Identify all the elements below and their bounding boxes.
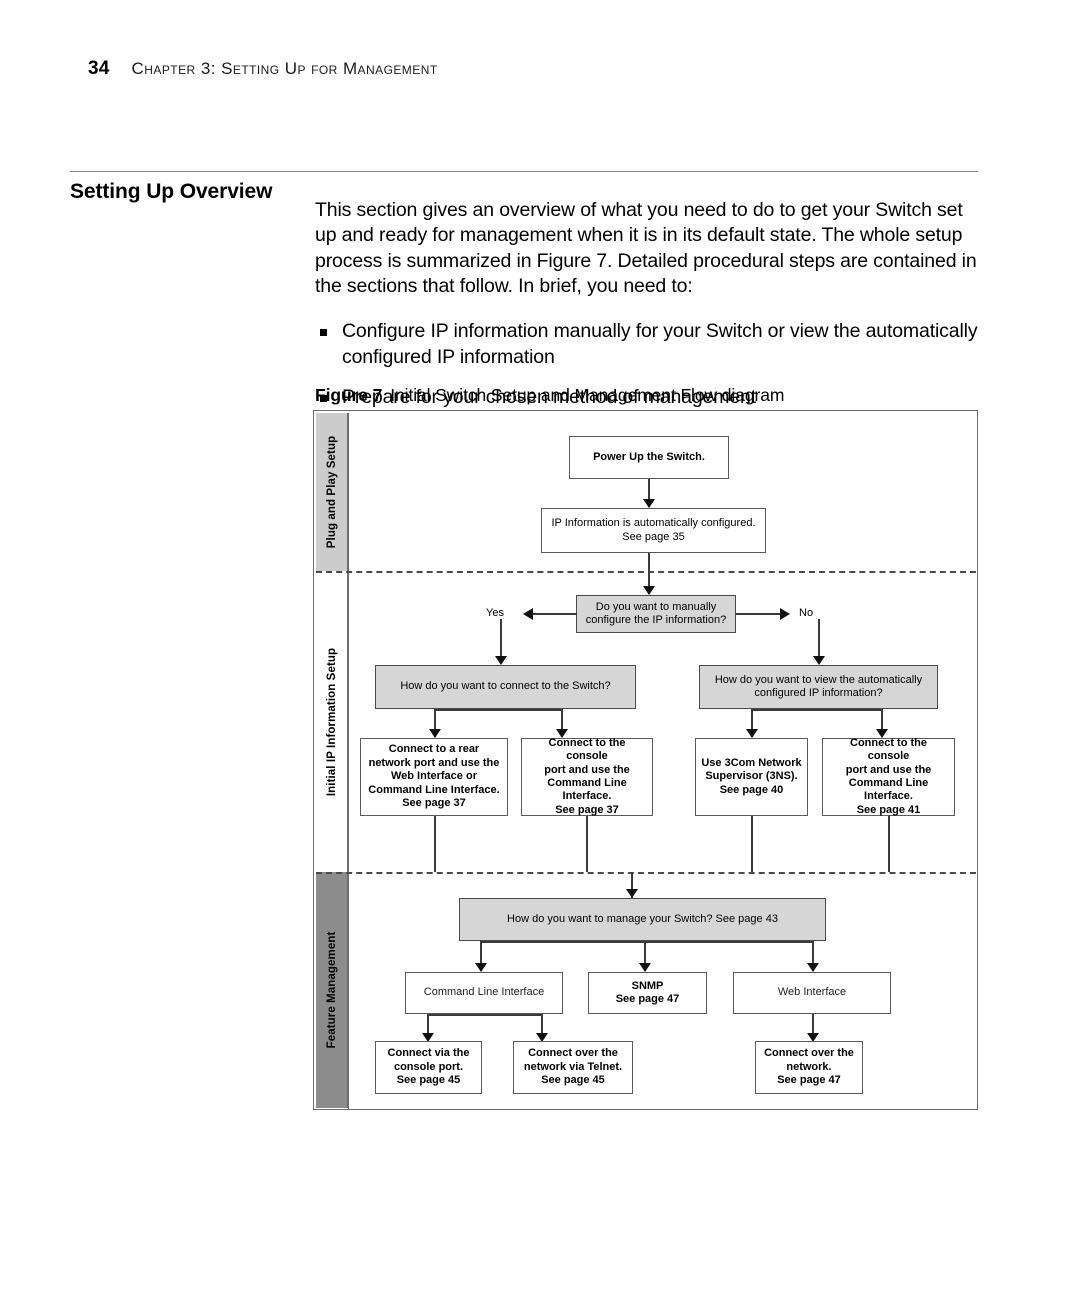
page-number: 34 bbox=[88, 58, 110, 79]
square-bullet-icon bbox=[320, 329, 327, 337]
node-use-3com-network-supervisor[interactable]: Use 3Com Network Supervisor (3NS). See p… bbox=[695, 738, 808, 816]
arrowhead-icon bbox=[495, 656, 507, 665]
connector-how-connect-split bbox=[434, 709, 562, 711]
connector-cli-split bbox=[427, 1014, 541, 1016]
node-how-connect-to-switch[interactable]: How do you want to connect to the Switch… bbox=[375, 665, 636, 709]
node-connect-rear-network-port[interactable]: Connect to a rear network port and use t… bbox=[360, 738, 508, 816]
arrowhead-icon bbox=[643, 499, 655, 508]
branch-label-yes: Yes bbox=[486, 607, 504, 619]
arrowhead-icon bbox=[523, 608, 533, 620]
lane-separator-dashed bbox=[316, 571, 976, 573]
node-snmp[interactable]: SNMP See page 47 bbox=[588, 972, 707, 1014]
arrowhead-icon bbox=[643, 586, 655, 595]
running-header: 34 Chapter 3: Setting Up for Management bbox=[88, 58, 988, 86]
swimlane-label: Feature Management bbox=[325, 931, 338, 1049]
list-item: Configure IP information manually for yo… bbox=[315, 319, 980, 370]
node-how-manage-your-switch[interactable]: How do you want to manage your Switch? S… bbox=[459, 898, 826, 941]
figure-caption: Figure 7 Initial Switch Setup and Managem… bbox=[315, 385, 784, 406]
intro-paragraph: This section gives an overview of what y… bbox=[315, 198, 977, 298]
connector-rear-port-down bbox=[434, 816, 436, 872]
arrowhead-icon bbox=[626, 889, 638, 898]
figure-label: Figure 7 bbox=[315, 385, 383, 405]
connector-decision-to-no bbox=[736, 613, 780, 615]
connector-how-view-split bbox=[751, 709, 882, 711]
swimlane-divider-line bbox=[348, 413, 349, 1109]
figure-caption-text: Initial Switch Setup and Management Flow… bbox=[390, 385, 785, 405]
connector-console-37-down bbox=[586, 816, 588, 872]
arrowhead-icon bbox=[813, 656, 825, 665]
swimlane-label: Plug and Play Setup bbox=[325, 435, 338, 549]
arrowhead-icon bbox=[475, 963, 487, 972]
section-rule bbox=[70, 171, 978, 172]
node-connect-console-port-page-37[interactable]: Connect to the console port and use the … bbox=[521, 737, 653, 816]
node-connect-via-console-port[interactable]: Connect via the console port. See page 4… bbox=[375, 1041, 482, 1094]
arrowhead-icon bbox=[429, 729, 441, 738]
arrowhead-icon bbox=[807, 963, 819, 972]
arrowhead-icon bbox=[639, 963, 651, 972]
swimlane-plug-and-play-setup: Plug and Play Setup bbox=[316, 413, 348, 571]
lane-separator-dashed bbox=[316, 872, 976, 874]
connector-console-41-down bbox=[888, 816, 890, 872]
node-command-line-interface[interactable]: Command Line Interface bbox=[405, 972, 563, 1014]
node-connect-over-network-telnet[interactable]: Connect over the network via Telnet. See… bbox=[513, 1041, 633, 1094]
node-connect-over-network[interactable]: Connect over the network. See page 47 bbox=[755, 1041, 863, 1094]
connector-how-manage-split bbox=[480, 941, 813, 943]
node-decision-manual-ip-configuration[interactable]: Do you want to manually configure the IP… bbox=[576, 595, 736, 633]
swimlane-feature-management: Feature Management bbox=[316, 872, 348, 1108]
node-web-interface[interactable]: Web Interface bbox=[733, 972, 891, 1014]
list-item-label: Configure IP information manually for yo… bbox=[342, 320, 978, 368]
chapter-title: Chapter 3: Setting Up for Management bbox=[131, 59, 438, 78]
connector-3ns-down bbox=[751, 816, 753, 872]
section-heading: Setting Up Overview bbox=[70, 180, 273, 203]
arrowhead-icon bbox=[746, 729, 758, 738]
connector-decision-to-yes bbox=[533, 613, 577, 615]
swimlane-initial-ip-information-setup: Initial IP Information Setup bbox=[316, 571, 348, 872]
branch-label-no: No bbox=[799, 607, 814, 619]
arrowhead-icon bbox=[780, 608, 790, 620]
swimlane-label: Initial IP Information Setup bbox=[325, 647, 338, 796]
node-power-up-the-switch[interactable]: Power Up the Switch. bbox=[569, 436, 729, 479]
node-ip-information-auto-configured[interactable]: IP Information is automatically configur… bbox=[541, 508, 766, 553]
flow-diagram: Plug and Play Setup Initial IP Informati… bbox=[313, 410, 978, 1110]
node-connect-console-port-page-41[interactable]: Connect to the console port and use the … bbox=[822, 737, 955, 816]
node-how-view-auto-configured-ip[interactable]: How do you want to view the automaticall… bbox=[699, 665, 938, 709]
